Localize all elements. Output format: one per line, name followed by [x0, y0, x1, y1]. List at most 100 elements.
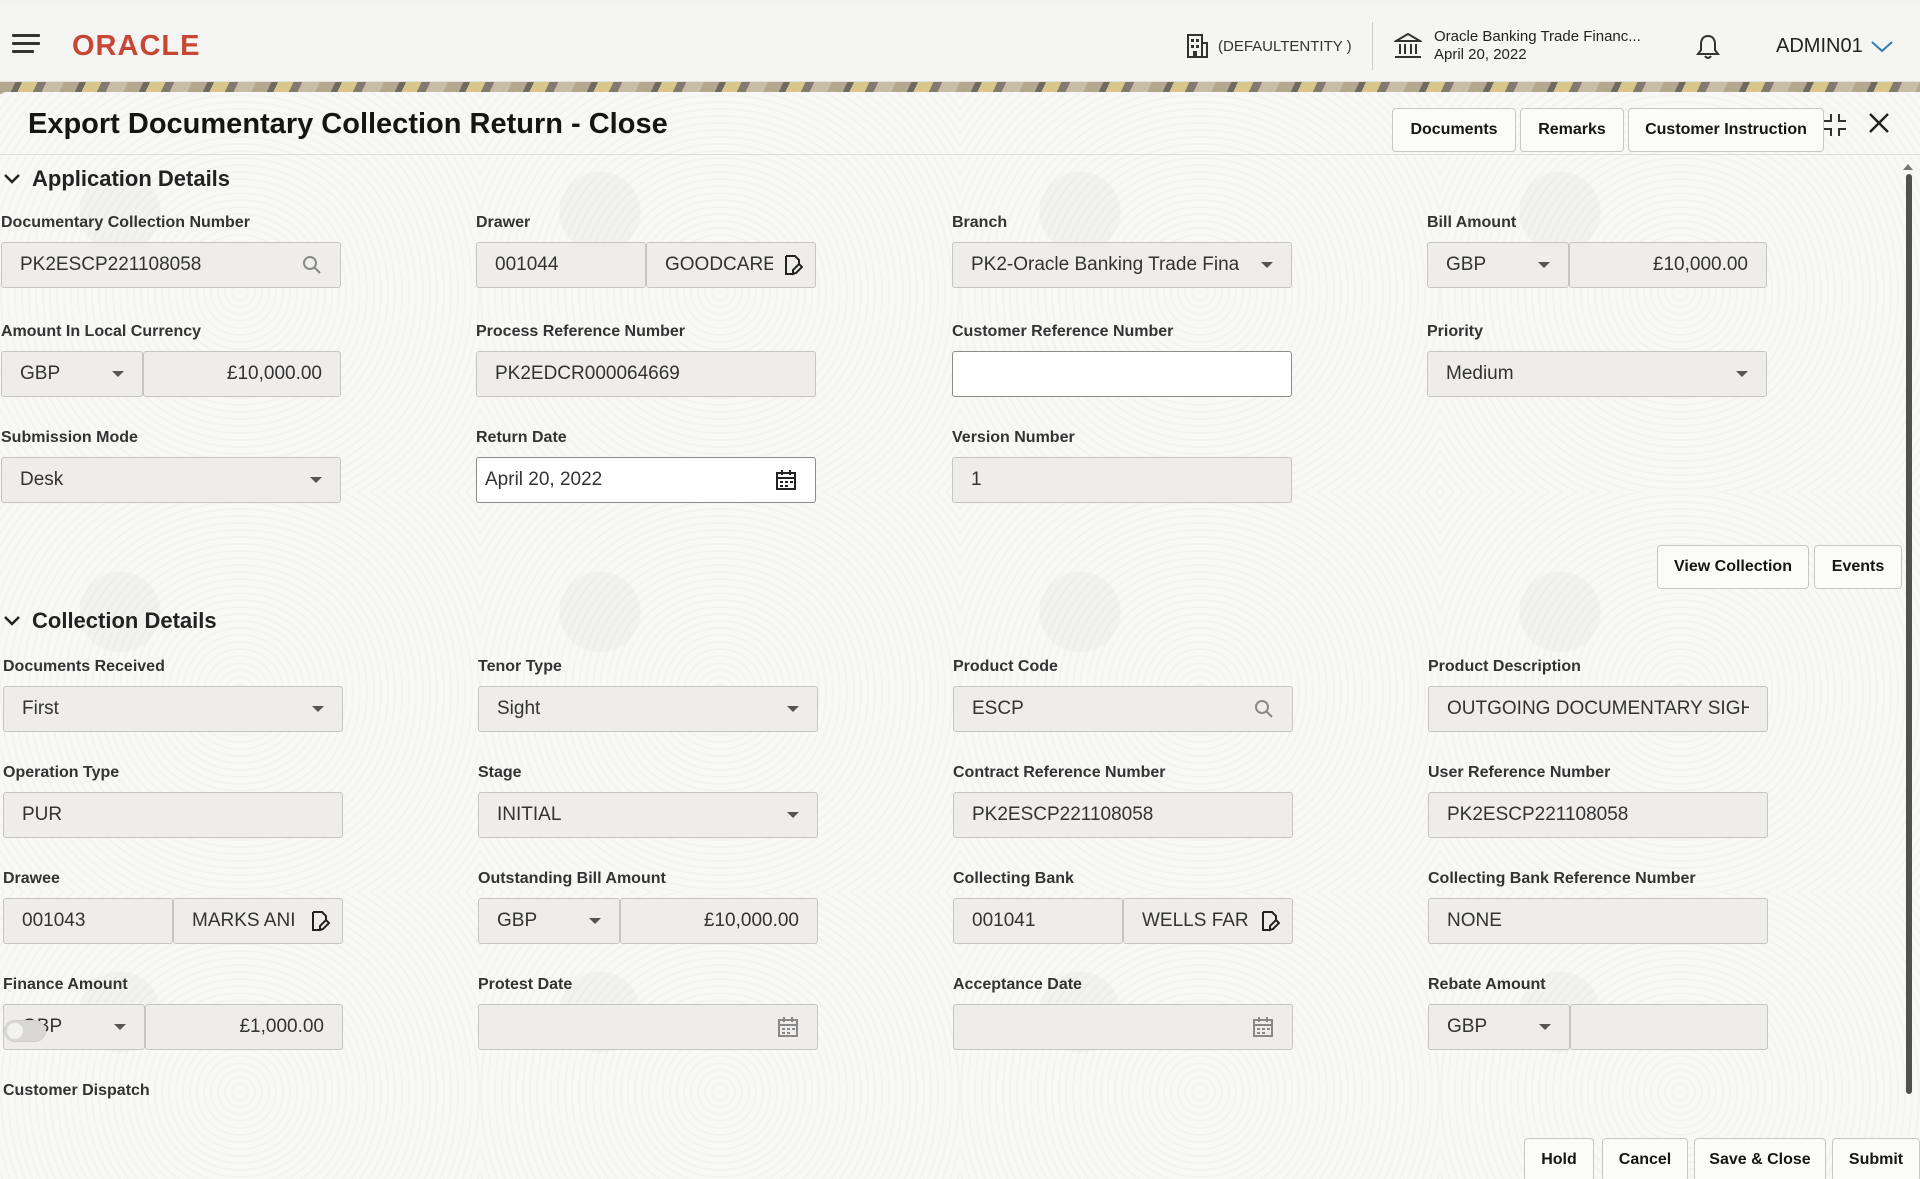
outstanding-amount-field[interactable]: £10,000.00: [620, 898, 818, 944]
bill-currency-select[interactable]: GBP: [1427, 242, 1569, 288]
calendar-icon[interactable]: [777, 1016, 799, 1038]
field-label: Acceptance Date: [953, 976, 1082, 994]
caret-down-icon: [310, 477, 322, 483]
collection-details-header[interactable]: Collection Details: [4, 608, 217, 634]
field-label: Process Reference Number: [476, 323, 685, 341]
customer-reference-input[interactable]: [952, 351, 1292, 397]
remarks-button[interactable]: Remarks: [1520, 108, 1624, 152]
documents-button[interactable]: Documents: [1392, 108, 1516, 152]
rebate-currency-select[interactable]: GBP: [1428, 1004, 1570, 1050]
submit-button[interactable]: Submit: [1832, 1138, 1920, 1179]
bill-amount-field[interactable]: £10,000.00: [1569, 242, 1767, 288]
caret-down-icon: [1261, 262, 1273, 268]
entity-selector[interactable]: (DEFAULTENTITY ): [1186, 34, 1352, 58]
field-value: WELLS FAR: [1142, 910, 1250, 932]
caret-down-icon: [1736, 371, 1748, 377]
stage-select[interactable]: INITIAL: [478, 792, 818, 838]
application-details-header[interactable]: Application Details: [4, 166, 230, 192]
local-amount-field[interactable]: £10,000.00: [143, 351, 341, 397]
drawee-name-field[interactable]: MARKS ANI: [173, 898, 343, 944]
hold-button[interactable]: Hold: [1524, 1138, 1594, 1179]
field-label: Tenor Type: [478, 658, 562, 676]
calendar-icon[interactable]: [775, 469, 797, 491]
branch-date: April 20, 2022: [1434, 46, 1641, 64]
operation-type-field[interactable]: PUR: [3, 792, 343, 838]
drawee-id-field[interactable]: 001043: [3, 898, 173, 944]
rebate-amount-field[interactable]: [1570, 1004, 1768, 1050]
collecting-bank-id-field[interactable]: 001041: [953, 898, 1123, 944]
minimize-icon[interactable]: [1820, 110, 1850, 145]
local-currency-select[interactable]: GBP: [1, 351, 143, 397]
events-button[interactable]: Events: [1814, 545, 1902, 589]
search-icon[interactable]: [1254, 699, 1274, 719]
field-label: Contract Reference Number: [953, 764, 1166, 782]
acceptance-date-input[interactable]: [953, 1004, 1293, 1050]
main-panel: Export Documentary Collection Return - C…: [0, 92, 1920, 1179]
chevron-down-icon: [1871, 41, 1893, 53]
caret-down-icon: [1539, 1024, 1551, 1030]
field-label: Finance Amount: [3, 976, 128, 994]
field-value: 001041: [972, 910, 1104, 932]
outstanding-currency-select[interactable]: GBP: [478, 898, 620, 944]
drawer-name-field[interactable]: GOODCARE: [646, 242, 816, 288]
field-value: PK2EDCR000064669: [495, 363, 797, 385]
collecting-bank-name-field[interactable]: WELLS FAR: [1123, 898, 1293, 944]
protest-date-input[interactable]: [478, 1004, 818, 1050]
contract-reference-field[interactable]: PK2ESCP221108058: [953, 792, 1293, 838]
section-title: Collection Details: [32, 608, 217, 634]
field-label: Branch: [952, 214, 1007, 232]
finance-amount-field[interactable]: £1,000.00: [145, 1004, 343, 1050]
collecting-bank-reference-field[interactable]: NONE: [1428, 898, 1768, 944]
edit-document-icon[interactable]: [783, 254, 803, 276]
caret-down-icon: [589, 918, 601, 924]
product-code-field[interactable]: ESCP: [953, 686, 1293, 732]
process-reference-field[interactable]: PK2EDCR000064669: [476, 351, 816, 397]
edit-document-icon[interactable]: [1260, 910, 1280, 932]
field-value: PK2-Oracle Banking Trade Fina: [971, 254, 1251, 276]
page-title: Export Documentary Collection Return - C…: [28, 108, 668, 141]
field-value: NONE: [1447, 910, 1749, 932]
field-value: PK2ESCP221108058: [1447, 804, 1749, 826]
field-label: User Reference Number: [1428, 764, 1610, 782]
customer-dispatch-toggle[interactable]: [4, 1020, 46, 1042]
search-icon[interactable]: [302, 255, 322, 275]
documents-received-select[interactable]: First: [3, 686, 343, 732]
priority-select[interactable]: Medium: [1427, 351, 1767, 397]
edit-document-icon[interactable]: [310, 910, 330, 932]
calendar-icon[interactable]: [1252, 1016, 1274, 1038]
tenor-type-select[interactable]: Sight: [478, 686, 818, 732]
user-name: ADMIN01: [1776, 35, 1863, 58]
user-menu[interactable]: ADMIN01: [1776, 35, 1893, 58]
building-icon: [1186, 34, 1208, 58]
submission-mode-select[interactable]: Desk: [1, 457, 341, 503]
customer-instruction-button[interactable]: Customer Instruction: [1628, 108, 1824, 152]
field-value: Medium: [1446, 363, 1726, 385]
chevron-down-icon: [4, 616, 20, 626]
field-label: Operation Type: [3, 764, 119, 782]
view-collection-button[interactable]: View Collection: [1657, 545, 1809, 589]
oracle-logo: ORACLE: [72, 30, 200, 60]
bell-icon[interactable]: [1696, 34, 1720, 65]
close-icon[interactable]: [1866, 110, 1892, 141]
drawer-id-field[interactable]: 001044: [476, 242, 646, 288]
return-date-input[interactable]: April 20, 2022: [476, 457, 816, 503]
branch-select[interactable]: PK2-Oracle Banking Trade Fina: [952, 242, 1292, 288]
field-label: Documentary Collection Number: [1, 214, 250, 232]
doc-collection-number-field[interactable]: PK2ESCP221108058: [1, 242, 341, 288]
entity-label: (DEFAULTENTITY ): [1218, 38, 1352, 55]
field-value: GBP: [1447, 1016, 1529, 1038]
caret-down-icon: [312, 706, 324, 712]
vertical-scrollbar[interactable]: [1906, 174, 1912, 1094]
user-reference-field[interactable]: PK2ESCP221108058: [1428, 792, 1768, 838]
field-value: 001043: [22, 910, 154, 932]
field-value: MARKS ANI: [192, 910, 300, 932]
product-description-field[interactable]: OUTGOING DOCUMENTARY SIGHT: [1428, 686, 1768, 732]
header-divider: [1372, 22, 1373, 70]
menu-icon[interactable]: [12, 34, 40, 54]
cancel-button[interactable]: Cancel: [1602, 1138, 1688, 1179]
branch-selector[interactable]: Oracle Banking Trade Financ... April 20,…: [1394, 28, 1641, 64]
save-close-button[interactable]: Save & Close: [1694, 1138, 1826, 1179]
field-value: First: [22, 698, 302, 720]
scroll-up-arrow[interactable]: [1902, 158, 1914, 168]
version-number-field[interactable]: 1: [952, 457, 1292, 503]
